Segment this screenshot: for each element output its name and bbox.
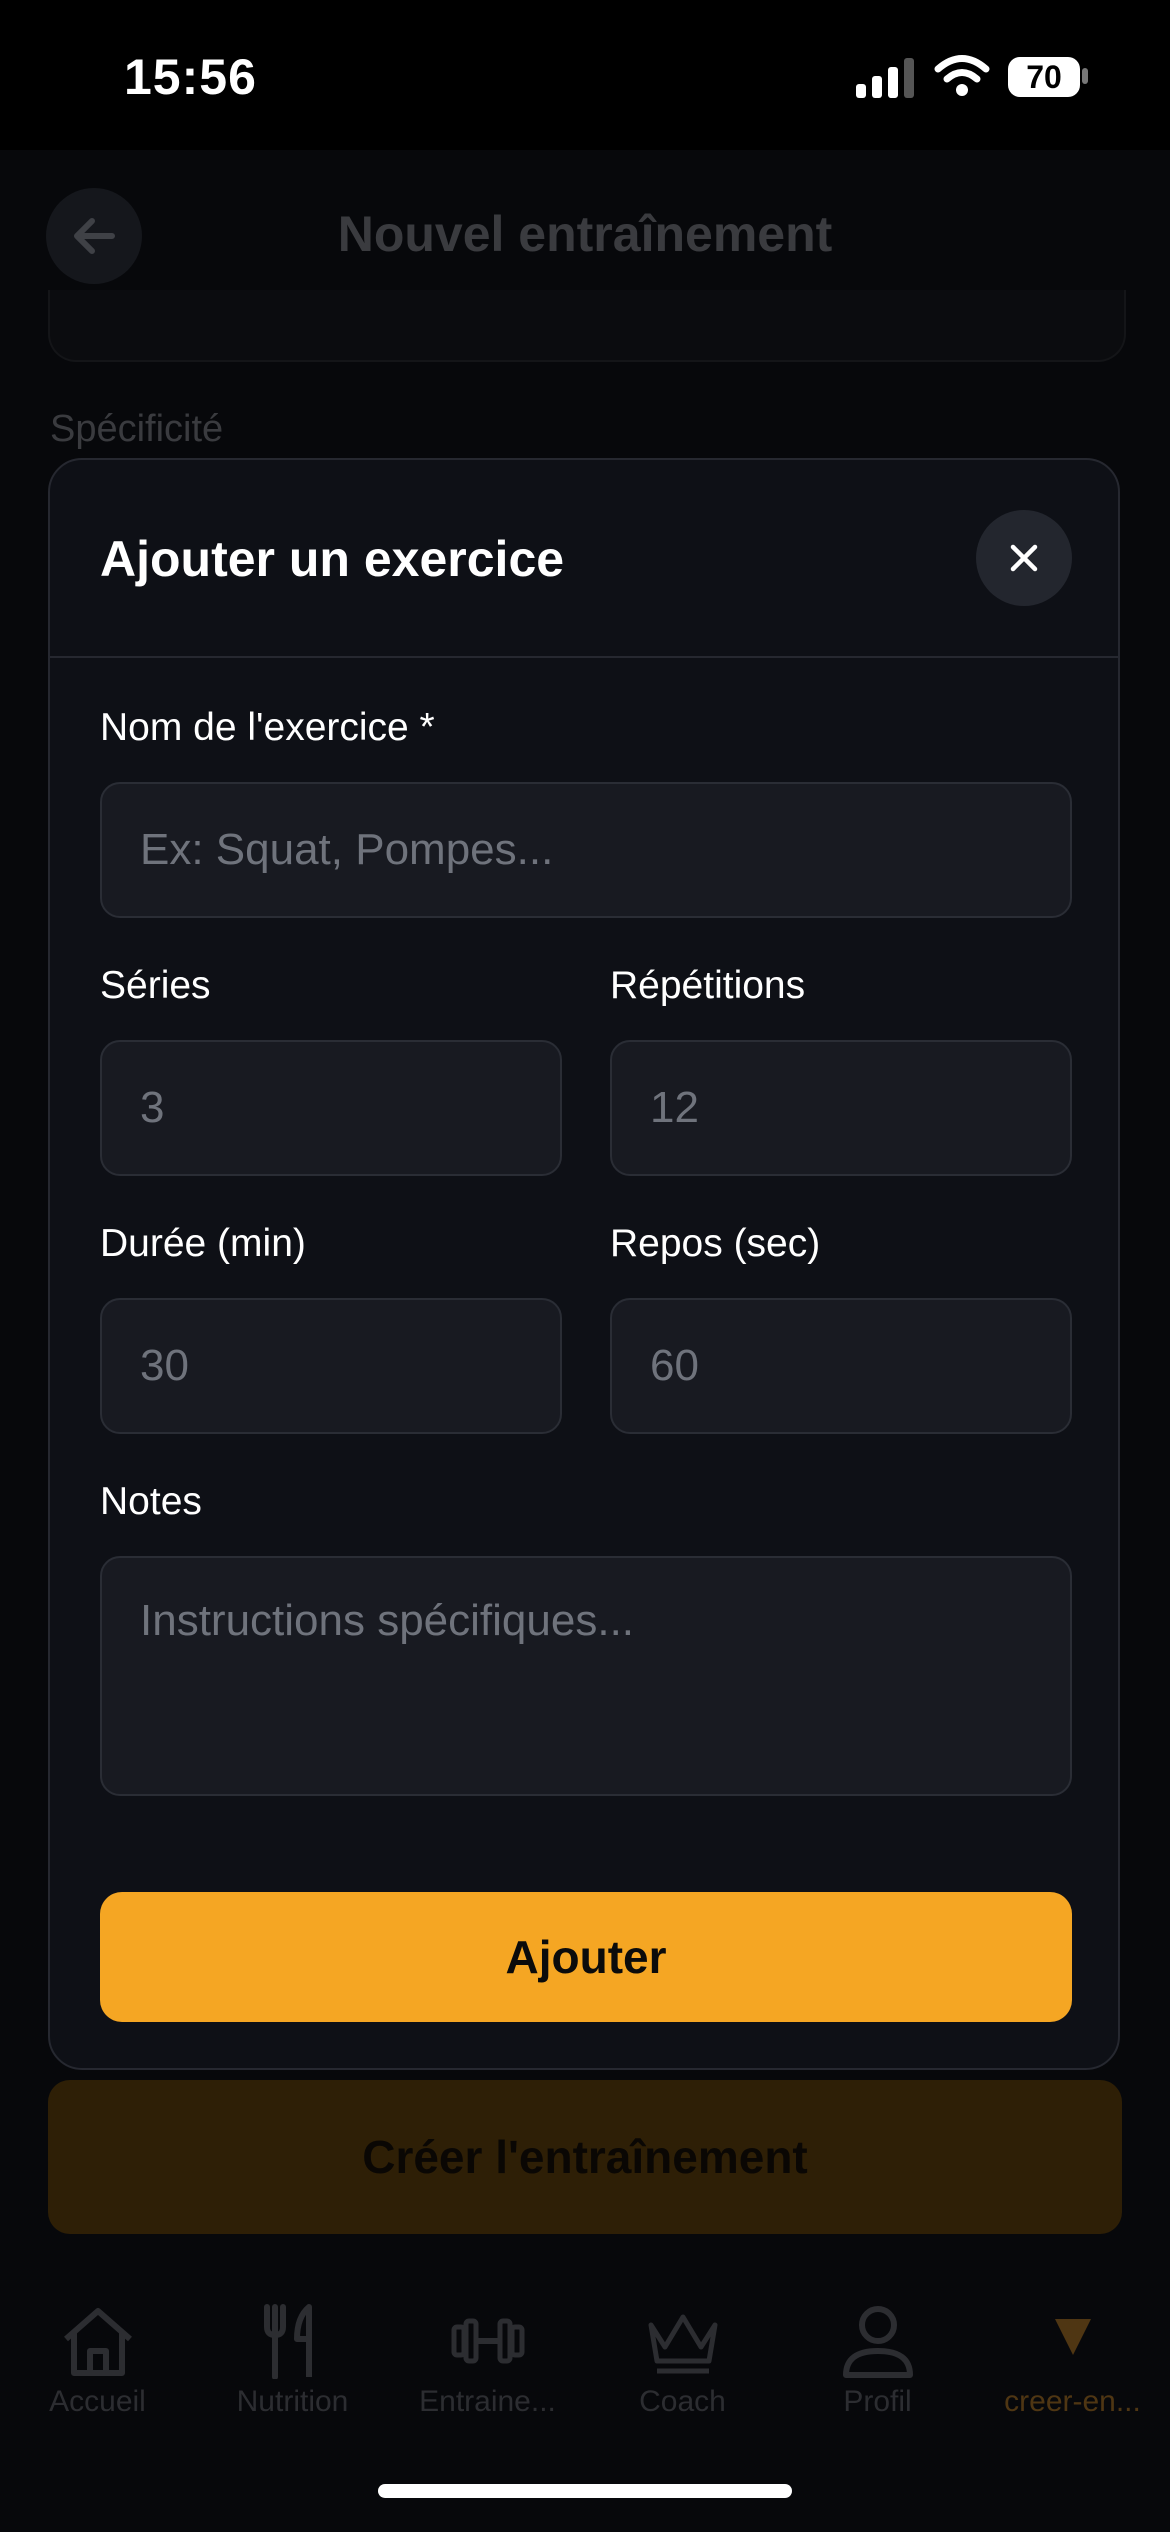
tab-profil[interactable]: Profil [780,2303,975,2453]
tab-creer-entrainement[interactable]: creer-en... [975,2303,1170,2453]
home-icon [63,2308,132,2376]
tab-label: Profil [843,2385,912,2418]
reps-label: Répétitions [610,964,806,1007]
duration-input[interactable] [100,1298,562,1434]
specificity-label: Spécificité [50,408,224,450]
tab-nutrition[interactable]: Nutrition [195,2303,390,2453]
user-icon [842,2306,913,2378]
close-icon [1010,544,1038,572]
exercise-name-label: Nom de l'exercice * [100,706,435,749]
close-button[interactable] [976,510,1072,606]
battery-tip [1082,68,1088,84]
tab-label: Coach [639,2385,726,2418]
series-input[interactable] [100,1040,562,1176]
utensils-icon [263,2304,312,2379]
tab-label: creer-en... [1004,2385,1141,2418]
reps-input[interactable] [610,1040,1072,1176]
series-label: Séries [100,964,211,1007]
cellular-signal-icon [856,58,914,98]
background-card [48,290,1126,362]
battery-level: 70 [1008,57,1080,97]
tab-label: Entraine... [419,2385,556,2418]
tab-label: Nutrition [236,2385,349,2418]
rest-input[interactable] [610,1298,1072,1434]
dumbbell-icon [451,2318,524,2364]
notes-textarea[interactable] [100,1556,1072,1796]
triangle-down-icon [1054,2319,1091,2355]
wifi-icon [934,55,990,96]
notes-label: Notes [100,1480,202,1523]
home-indicator [378,2484,792,2498]
rest-label: Repos (sec) [610,1222,821,1265]
screen: 15:56 70 Nouvel entraînement Spécificité… [0,0,1170,2532]
add-exercise-button[interactable]: Ajouter [100,1892,1072,2022]
tab-label: Accueil [49,2385,146,2418]
duration-label: Durée (min) [100,1222,306,1265]
create-workout-button[interactable]: Créer l'entraînement [48,2080,1122,2234]
tab-accueil[interactable]: Accueil [0,2303,195,2453]
modal-header: Ajouter un exercice [50,460,1118,658]
modal-title: Ajouter un exercice [100,531,565,587]
tab-coach[interactable]: Coach [585,2303,780,2453]
crown-icon [648,2314,717,2374]
status-time: 15:56 [124,49,257,105]
add-exercise-modal: Ajouter un exercice Nom de l'exercice * … [48,458,1120,2070]
status-bar: 15:56 70 [0,0,1170,150]
page-title: Nouvel entraînement [337,206,833,262]
tab-entrainement[interactable]: Entraine... [390,2303,585,2453]
exercise-name-input[interactable] [100,782,1072,918]
